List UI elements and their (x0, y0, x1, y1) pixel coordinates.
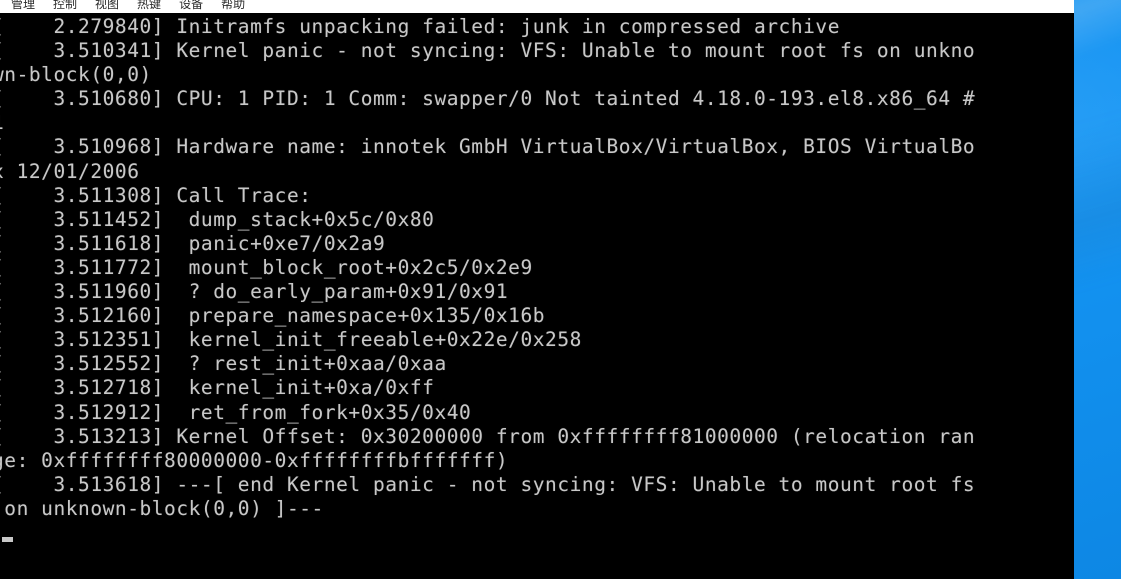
menu-item-devices[interactable]: 设备 (170, 0, 212, 12)
menu-item-hotkey[interactable]: 热键 (128, 0, 170, 12)
menu-bar: 管理 控制 视图 热键 设备 帮助 (0, 0, 1074, 13)
kernel-panic-log: [ 2.279840] Initramfs unpacking failed: … (0, 15, 976, 520)
menu-item-control[interactable]: 控制 (44, 0, 86, 12)
virtualbox-vm-window: 管理 控制 视图 热键 设备 帮助 [ 2.279840] Initramfs … (0, 0, 1074, 579)
menu-item-manage[interactable]: 管理 (2, 0, 44, 12)
screen: 管理 控制 视图 热键 设备 帮助 [ 2.279840] Initramfs … (0, 0, 1121, 579)
guest-console[interactable]: [ 2.279840] Initramfs unpacking failed: … (0, 13, 1074, 579)
menu-item-view[interactable]: 视图 (86, 0, 128, 12)
menu-item-help[interactable]: 帮助 (212, 0, 254, 12)
menu-bar-items: 管理 控制 视图 热键 设备 帮助 (2, 0, 254, 12)
console-cursor (2, 537, 13, 542)
